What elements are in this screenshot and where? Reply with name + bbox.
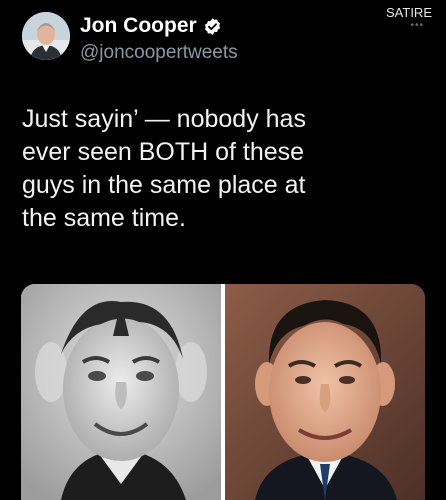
right-photo-image (225, 284, 425, 500)
left-photo-image (21, 284, 221, 500)
author-handle[interactable]: @joncoopertweets (80, 42, 238, 64)
verified-badge-icon (204, 17, 220, 35)
avatar-image (22, 12, 70, 60)
left-photo[interactable] (21, 284, 221, 500)
tweet-media[interactable] (21, 284, 425, 500)
more-options-button[interactable]: ••• (410, 20, 424, 31)
tweet-text: Just sayin’ — nobody has ever seen BOTH … (22, 105, 306, 232)
satire-badge: SATIRE (386, 5, 432, 20)
avatar[interactable] (22, 12, 70, 60)
author-row[interactable]: Jon Cooper (80, 14, 222, 38)
right-photo[interactable] (225, 284, 425, 500)
author-name[interactable]: Jon Cooper (80, 14, 197, 38)
